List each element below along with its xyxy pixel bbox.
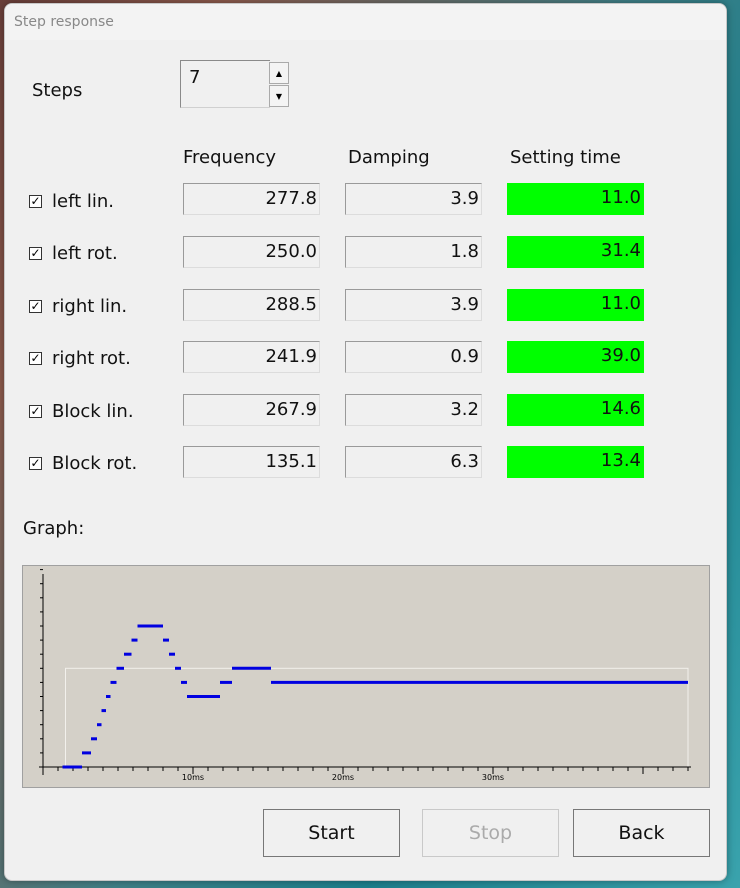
damping-field-left-lin: 3.9 — [345, 183, 482, 215]
frequency-field-block-rot: 135.1 — [183, 446, 320, 478]
step-response-graph: 10ms 20ms 30ms — [22, 565, 710, 788]
x-tick-label: 20ms — [332, 773, 354, 782]
frequency-field-left-lin: 277.8 — [183, 183, 320, 215]
setting-time-field-left-lin: 11.0 — [507, 183, 644, 215]
stop-button[interactable]: Stop — [422, 809, 559, 857]
setting-time-field-right-lin: 11.0 — [507, 289, 644, 321]
damping-field-block-rot: 6.3 — [345, 446, 482, 478]
checkbox-right-lin[interactable]: ✓ — [29, 300, 42, 313]
row-label-left-rot: left rot. — [52, 243, 118, 264]
row-label-block-lin: Block lin. — [52, 401, 134, 422]
check-icon: ✓ — [30, 246, 41, 260]
start-button[interactable]: Start — [263, 809, 400, 857]
x-tick-label: 10ms — [182, 773, 204, 782]
frequency-field-right-rot: 241.9 — [183, 341, 320, 373]
checkbox-block-lin[interactable]: ✓ — [29, 405, 42, 418]
check-icon: ✓ — [30, 456, 41, 470]
checkbox-right-rot[interactable]: ✓ — [29, 352, 42, 365]
checkbox-block-rot[interactable]: ✓ — [29, 457, 42, 470]
steps-down-button[interactable]: ▼ — [269, 85, 289, 107]
check-icon: ✓ — [30, 299, 41, 313]
setting-time-field-block-lin: 14.6 — [507, 394, 644, 426]
checkbox-left-lin[interactable]: ✓ — [29, 195, 42, 208]
steps-input[interactable]: 7 — [180, 60, 270, 108]
x-tick-label: 30ms — [482, 773, 504, 782]
damping-field-right-lin: 3.9 — [345, 289, 482, 321]
check-icon: ✓ — [30, 351, 41, 365]
frequency-header: Frequency — [183, 147, 276, 168]
row-label-right-lin: right lin. — [52, 296, 128, 317]
setting-time-field-block-rot: 13.4 — [507, 446, 644, 478]
setting-time-field-right-rot: 39.0 — [507, 341, 644, 373]
graph-canvas: 10ms 20ms 30ms — [39, 569, 691, 782]
setting-time-field-left-rot: 31.4 — [507, 236, 644, 268]
window-title: Step response — [14, 14, 114, 30]
steps-label: Steps — [32, 80, 83, 101]
steps-up-button[interactable]: ▲ — [269, 62, 289, 84]
row-label-right-rot: right rot. — [52, 348, 131, 369]
damping-field-left-rot: 1.8 — [345, 236, 482, 268]
damping-field-right-rot: 0.9 — [345, 341, 482, 373]
row-label-block-rot: Block rot. — [52, 453, 138, 474]
arrow-down-icon: ▼ — [275, 91, 283, 101]
arrow-up-icon: ▲ — [275, 68, 283, 78]
frequency-field-block-lin: 267.9 — [183, 394, 320, 426]
damping-field-block-lin: 3.2 — [345, 394, 482, 426]
title-bar: Step response — [5, 4, 726, 40]
step-response-window: Step response Steps 7 ▲ ▼ Frequency Damp… — [4, 3, 727, 881]
frequency-field-left-rot: 250.0 — [183, 236, 320, 268]
graph-label: Graph: — [23, 518, 85, 539]
checkbox-left-rot[interactable]: ✓ — [29, 247, 42, 260]
row-label-left-lin: left lin. — [52, 191, 115, 212]
check-icon: ✓ — [30, 194, 41, 208]
frequency-field-right-lin: 288.5 — [183, 289, 320, 321]
damping-header: Damping — [348, 147, 430, 168]
back-button[interactable]: Back — [573, 809, 710, 857]
setting-time-header: Setting time — [510, 147, 621, 168]
check-icon: ✓ — [30, 404, 41, 418]
